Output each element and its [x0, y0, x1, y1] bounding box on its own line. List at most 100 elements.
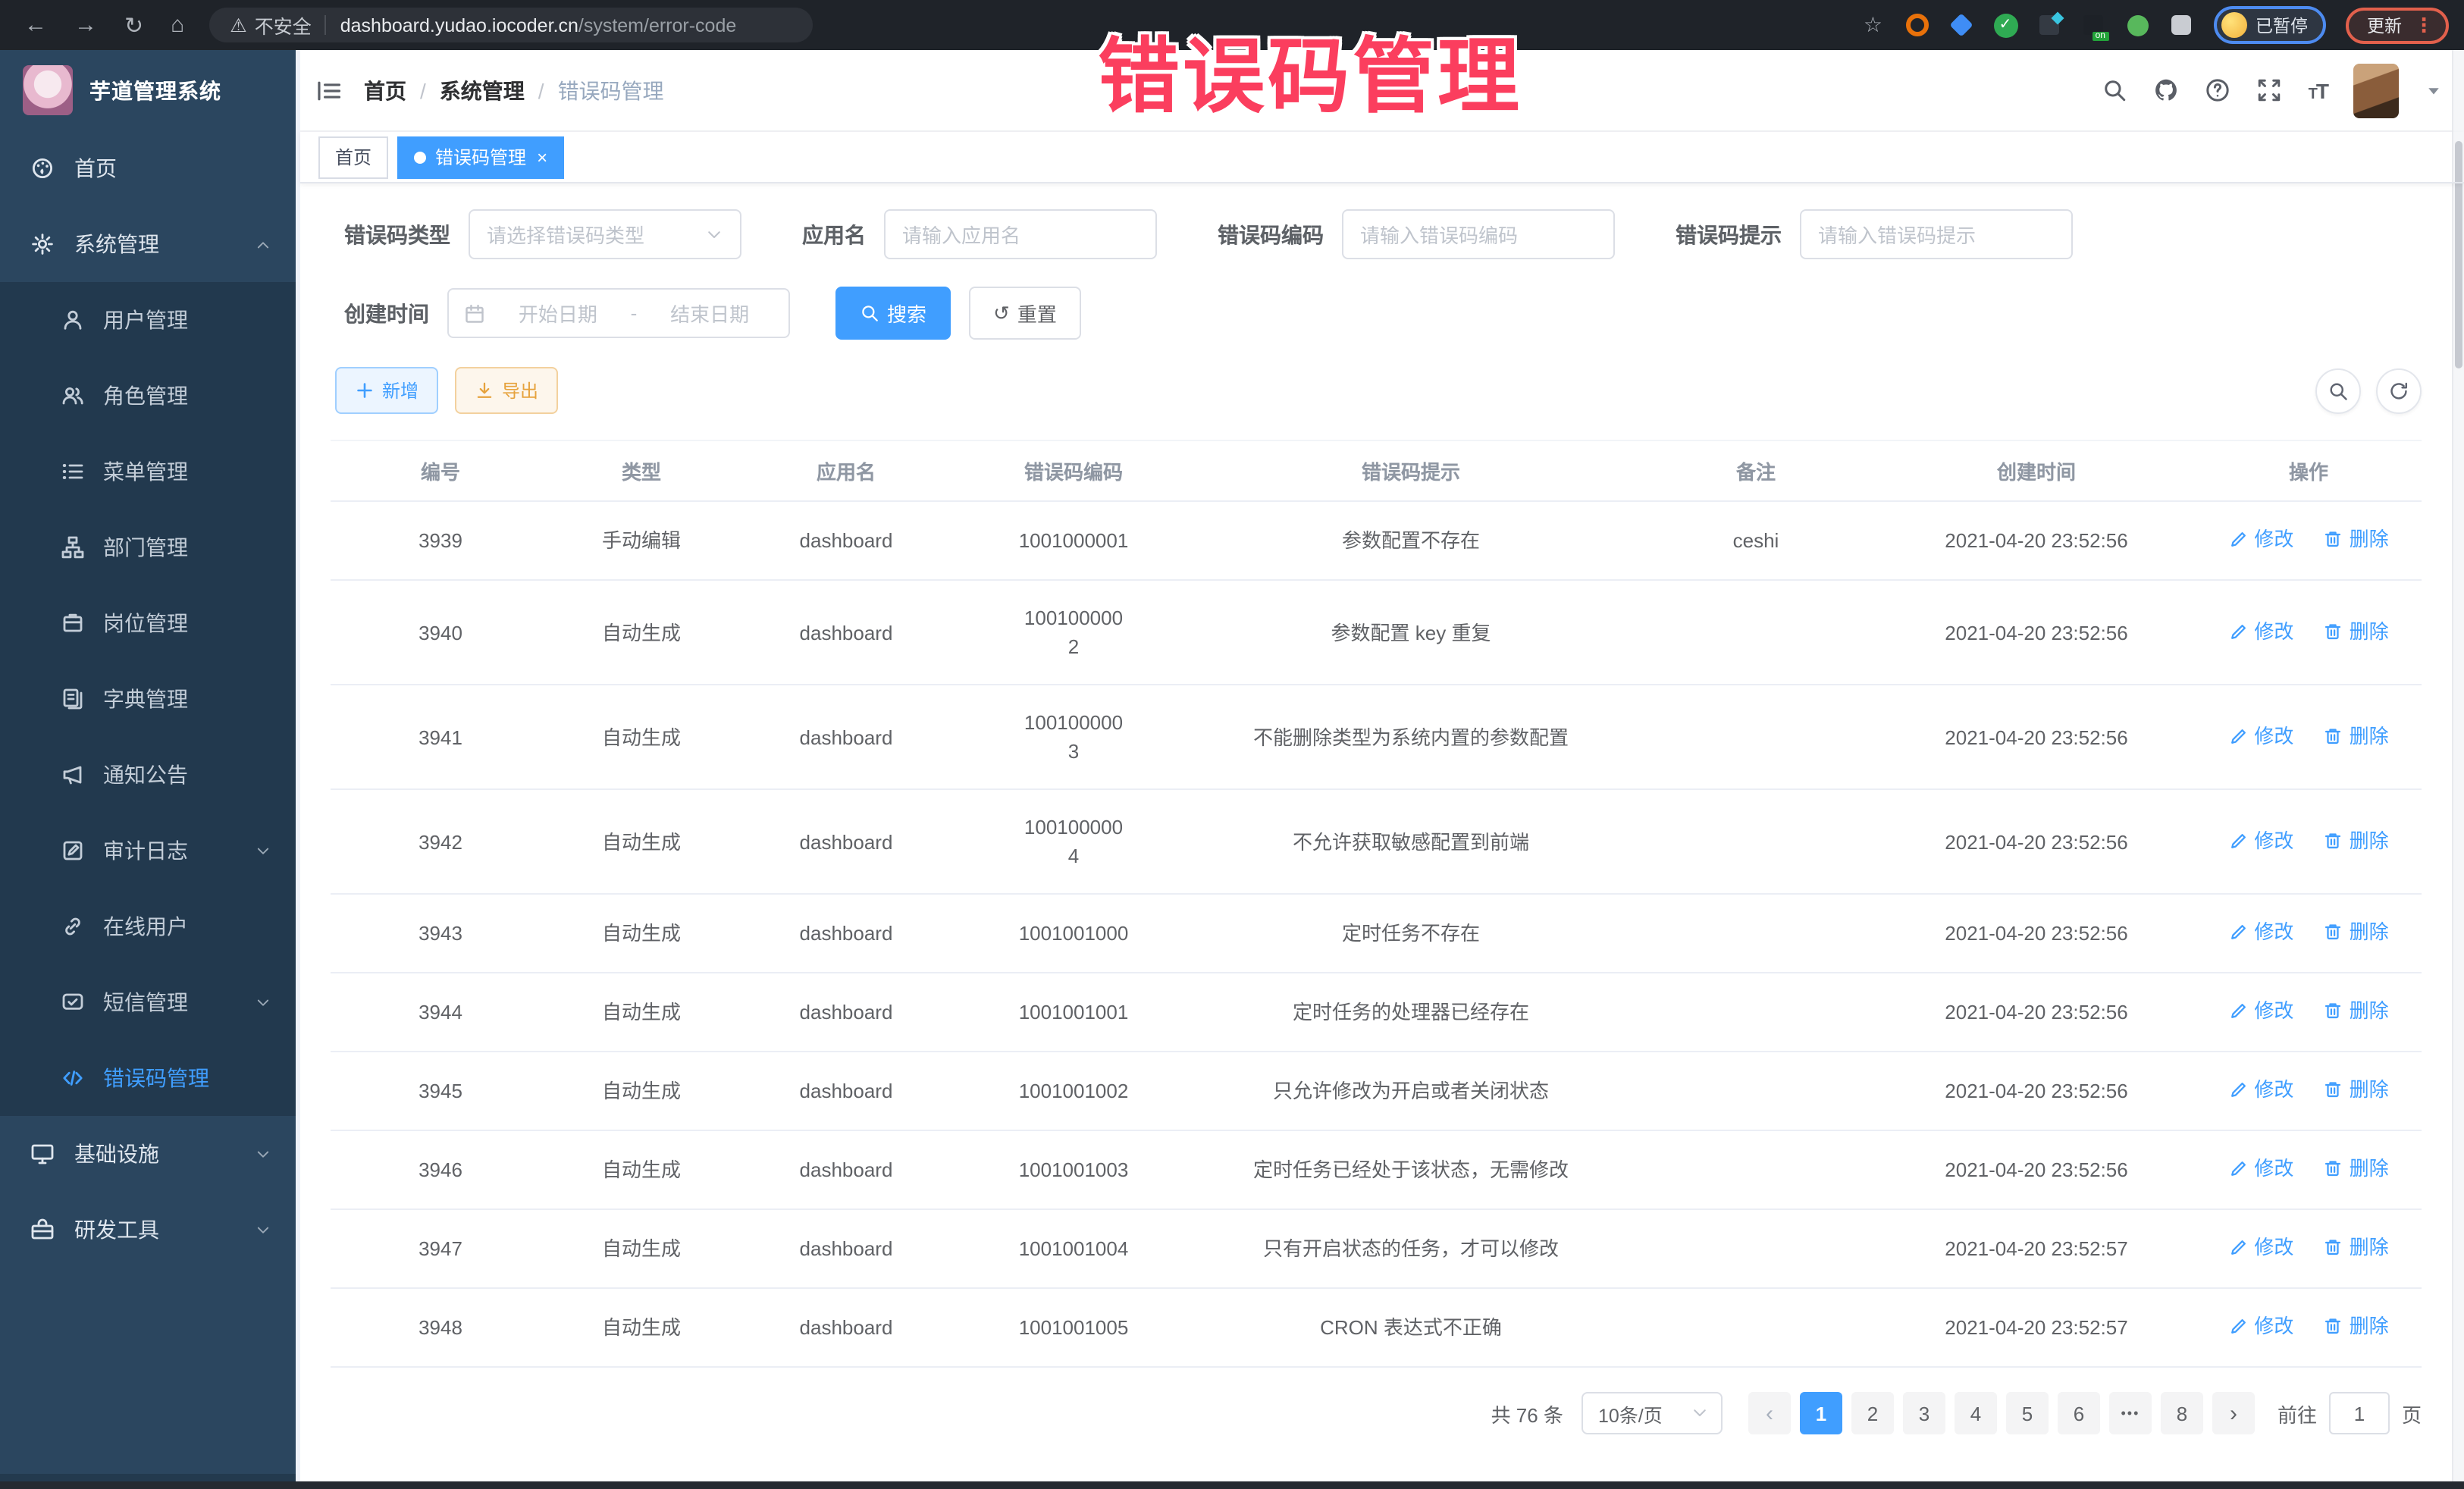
- add-button[interactable]: 新增: [335, 367, 438, 414]
- app-logo-row[interactable]: 芋道管理系统: [0, 50, 296, 130]
- sidebar-item-user[interactable]: 用户管理: [0, 282, 296, 358]
- pagination-page-2[interactable]: 2: [1851, 1392, 1894, 1434]
- hamburger-icon[interactable]: [315, 77, 343, 104]
- delete-link[interactable]: 删除: [2324, 721, 2389, 750]
- sidebar-item-menu[interactable]: 菜单管理: [0, 434, 296, 509]
- breadcrumb-item[interactable]: 首页: [364, 75, 406, 105]
- sidebar-item-online[interactable]: 在线用户: [0, 889, 296, 964]
- edit-link[interactable]: 修改: [2228, 616, 2293, 645]
- delete-link[interactable]: 删除: [2324, 826, 2389, 854]
- book-icon: [61, 687, 85, 711]
- pagination-page-4[interactable]: 4: [1955, 1392, 1997, 1434]
- sidebar-item-post[interactable]: 岗位管理: [0, 585, 296, 661]
- close-icon[interactable]: ×: [537, 148, 547, 166]
- pagination-page-3[interactable]: 3: [1903, 1392, 1945, 1434]
- pagination-page-5[interactable]: 5: [2006, 1392, 2049, 1434]
- sidebar-item-home[interactable]: 首页: [0, 130, 296, 206]
- edit-link[interactable]: 修改: [2228, 826, 2293, 854]
- sidebar-item-notice[interactable]: 通知公告: [0, 737, 296, 813]
- extension-icon-6[interactable]: [2125, 13, 2149, 37]
- toggle-search-button[interactable]: [2315, 368, 2361, 413]
- error-code-input[interactable]: 请输入错误码编码: [1342, 209, 1615, 259]
- tab-home[interactable]: 首页: [318, 136, 388, 178]
- annotation-overlay-title: 错误码管理: [1098, 9, 1522, 129]
- font-size-icon[interactable]: TT: [2309, 78, 2328, 102]
- pagination-ellipsis[interactable]: •••: [2109, 1392, 2152, 1434]
- page-size-select[interactable]: 10条/页: [1582, 1392, 1723, 1434]
- search-button[interactable]: 搜索: [835, 287, 951, 340]
- edit-link[interactable]: 修改: [2228, 721, 2293, 750]
- address-bar[interactable]: ⚠ 不安全 dashboard.yudao.iocoder.cn /system…: [208, 8, 812, 42]
- delete-link[interactable]: 删除: [2324, 525, 2389, 553]
- filter-label-code: 错误码编码: [1218, 219, 1324, 249]
- sidebar-item-dept[interactable]: 部门管理: [0, 509, 296, 585]
- extension-icon-1[interactable]: [1905, 13, 1930, 37]
- delete-link[interactable]: 删除: [2324, 1233, 2389, 1262]
- browser-profile-chip[interactable]: 已暂停: [2213, 6, 2326, 44]
- delete-link[interactable]: 删除: [2324, 1154, 2389, 1183]
- sidebar-item-audit[interactable]: 审计日志: [0, 813, 296, 889]
- fullscreen-icon[interactable]: [2257, 77, 2283, 103]
- sidebar-item-system[interactable]: 系统管理: [0, 206, 296, 282]
- export-button[interactable]: 导出: [455, 367, 558, 414]
- filter-label-create-time: 创建时间: [344, 298, 429, 328]
- cell-time: 2021-04-20 23:52:56: [1877, 894, 2196, 973]
- goto-page-input[interactable]: [2329, 1392, 2390, 1434]
- cell-code: 1001001003: [960, 1130, 1187, 1209]
- pagination-next-button[interactable]: ›: [2212, 1392, 2255, 1434]
- browser-back-icon[interactable]: ←: [24, 12, 47, 38]
- app-name-input[interactable]: 请输入应用名: [884, 209, 1157, 259]
- extension-icon-2[interactable]: [1949, 13, 1973, 37]
- extension-icon-4[interactable]: [2037, 13, 2061, 37]
- edit-link[interactable]: 修改: [2228, 1233, 2293, 1262]
- page-scrollbar[interactable]: [2452, 50, 2464, 1481]
- pagination-page-6[interactable]: 6: [2058, 1392, 2100, 1434]
- date-range-picker[interactable]: 开始日期 - 结束日期: [447, 288, 790, 338]
- search-icon[interactable]: [2102, 77, 2128, 103]
- cell-code: 1001001002: [960, 1052, 1187, 1130]
- pagination-page-8[interactable]: 8: [2161, 1392, 2203, 1434]
- cell-hint: 参数配置 key 重复: [1187, 580, 1635, 685]
- breadcrumb-item[interactable]: 系统管理: [440, 75, 525, 105]
- trash-icon: [2324, 529, 2343, 549]
- sidebar-item-sms[interactable]: 短信管理: [0, 964, 296, 1040]
- extension-icon-5[interactable]: on: [2081, 13, 2105, 37]
- sidebar-item-devtools[interactable]: 研发工具: [0, 1192, 296, 1268]
- refresh-button[interactable]: [2376, 368, 2422, 413]
- github-icon[interactable]: [2154, 77, 2180, 103]
- browser-home-icon[interactable]: ⌂: [171, 12, 184, 38]
- extension-icon-7[interactable]: [2169, 13, 2193, 37]
- sidebar-item-dict[interactable]: 字典管理: [0, 661, 296, 737]
- user-avatar[interactable]: [2353, 63, 2399, 118]
- toolbox-icon: [30, 1218, 55, 1242]
- tab-errcode[interactable]: 错误码管理×: [397, 136, 564, 178]
- delete-link[interactable]: 删除: [2324, 616, 2389, 645]
- error-type-select[interactable]: 请选择错误码类型: [469, 209, 741, 259]
- more-vert-icon[interactable]: ⋮: [2414, 13, 2434, 37]
- delete-link[interactable]: 删除: [2324, 996, 2389, 1025]
- sidebar-item-errcode[interactable]: 错误码管理: [0, 1040, 296, 1116]
- pagination-page-1[interactable]: 1: [1800, 1392, 1842, 1434]
- extension-icon-3[interactable]: ✓: [1993, 13, 2017, 37]
- browser-reload-icon[interactable]: ↻: [124, 11, 143, 39]
- edit-link[interactable]: 修改: [2228, 1154, 2293, 1183]
- reset-button[interactable]: ↺ 重置: [969, 287, 1081, 340]
- edit-link[interactable]: 修改: [2228, 1075, 2293, 1104]
- delete-link[interactable]: 删除: [2324, 1312, 2389, 1340]
- error-hint-input[interactable]: 请输入错误码提示: [1800, 209, 2073, 259]
- security-warning[interactable]: ⚠ 不安全: [230, 11, 311, 39]
- edit-link[interactable]: 修改: [2228, 917, 2293, 946]
- bookmark-star-icon[interactable]: ☆: [1864, 12, 1882, 38]
- edit-link[interactable]: 修改: [2228, 1312, 2293, 1340]
- browser-forward-icon[interactable]: →: [74, 12, 97, 38]
- delete-link[interactable]: 删除: [2324, 1075, 2389, 1104]
- sidebar-item-role[interactable]: 角色管理: [0, 358, 296, 434]
- edit-link[interactable]: 修改: [2228, 996, 2293, 1025]
- delete-link[interactable]: 删除: [2324, 917, 2389, 946]
- edit-link[interactable]: 修改: [2228, 525, 2293, 553]
- help-icon[interactable]: [2205, 77, 2231, 103]
- sidebar-item-infra[interactable]: 基础设施: [0, 1116, 296, 1192]
- pagination-prev-button[interactable]: ‹: [1748, 1392, 1791, 1434]
- avatar-caret-icon[interactable]: [2425, 81, 2443, 99]
- browser-update-button[interactable]: 更新 ⋮: [2346, 7, 2449, 43]
